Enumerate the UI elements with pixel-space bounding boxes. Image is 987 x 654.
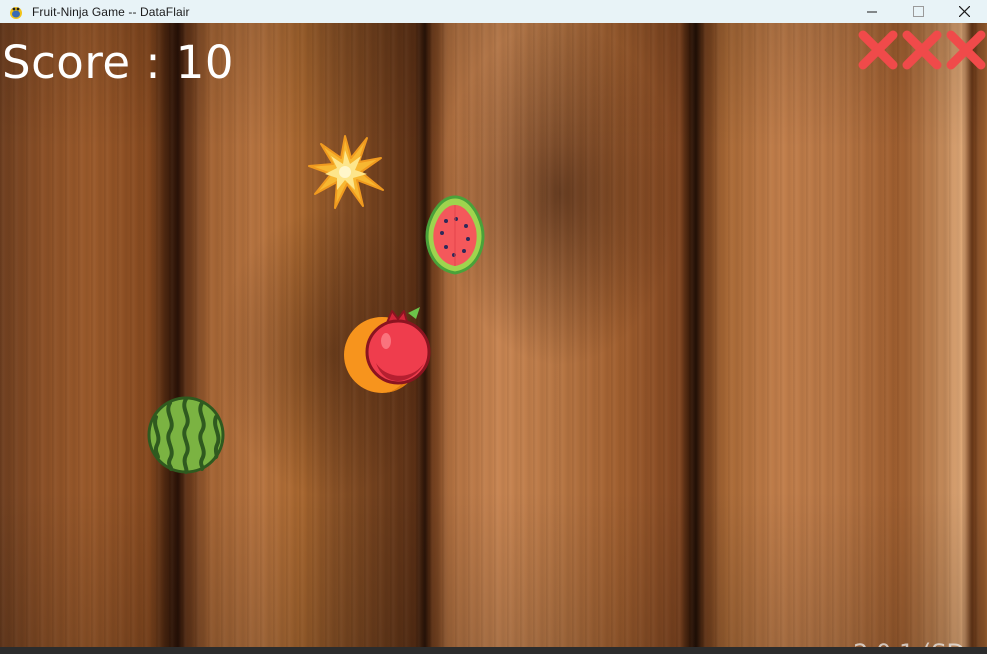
game-canvas[interactable]: Score : 10	[0, 23, 987, 647]
minimize-icon	[867, 11, 877, 12]
game-window: Fruit-Ninja Game -- DataFlair Score: 10	[0, 0, 987, 654]
minimize-button[interactable]	[849, 0, 895, 23]
pomegranate-icon	[365, 307, 431, 385]
window-title: Fruit-Ninja Game -- DataFlair	[32, 4, 190, 19]
maximize-icon	[912, 6, 924, 17]
maximize-button[interactable]	[895, 0, 941, 23]
shading	[0, 23, 987, 647]
pygame-snake-icon	[10, 6, 22, 19]
explosion-icon	[308, 135, 384, 209]
red-x-icon	[946, 30, 986, 70]
guava-half-icon	[425, 195, 485, 275]
red-x-icon	[858, 30, 898, 70]
bottom-edge	[0, 647, 987, 654]
close-icon	[958, 6, 970, 17]
red-x-icon	[902, 30, 942, 70]
watermelon-icon	[147, 396, 225, 474]
title-bar: Fruit-Ninja Game -- DataFlair	[0, 0, 987, 23]
lives-indicator	[857, 29, 987, 71]
window-controls	[849, 0, 987, 23]
score-label: Score : 10	[2, 36, 235, 89]
close-button[interactable]	[941, 0, 987, 23]
pygame-version-watermark: pygame 2.0.1 (SD	[748, 639, 965, 647]
